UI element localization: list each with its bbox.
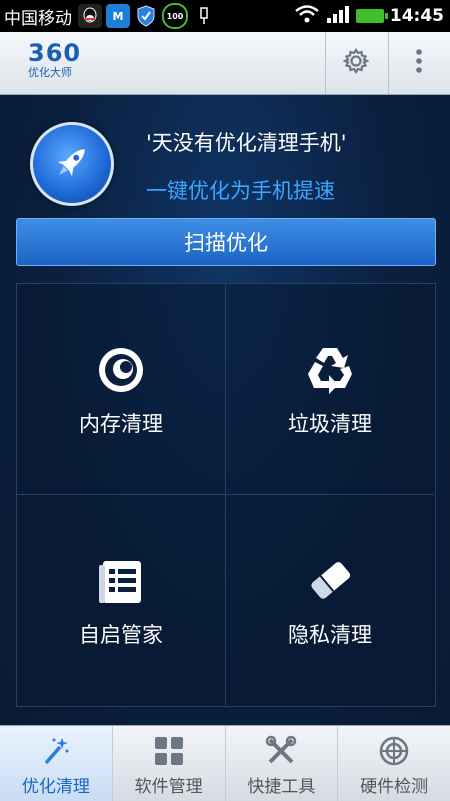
- memory-icon: [93, 342, 149, 398]
- eraser-icon: [302, 553, 358, 609]
- wifi-icon: [294, 4, 320, 28]
- main-panel: '天没有优化清理手机' 一键优化为手机提速 扫描优化 内存清理 垃圾清理 自启管…: [0, 95, 450, 725]
- market-icon: M: [106, 4, 130, 28]
- more-menu-button[interactable]: [388, 32, 449, 94]
- tab-optimize-clean[interactable]: 优化清理: [0, 726, 112, 801]
- battery-icon: [355, 9, 388, 23]
- tab-label: 软件管理: [134, 777, 203, 797]
- recycle-icon: [302, 342, 358, 398]
- tools-icon: [264, 734, 298, 768]
- hardware-check-icon: [377, 734, 411, 768]
- tab-label: 优化清理: [21, 777, 90, 797]
- tile-label: 自启管家: [79, 623, 163, 647]
- subtitle: 一键优化为手机提速: [146, 179, 335, 203]
- promo-text: '天没有优化清理手机': [146, 131, 347, 155]
- battery-badge-text: 100: [166, 11, 184, 21]
- app-header: 360 优化大师: [0, 32, 450, 95]
- carrier-name: 中国移动: [4, 8, 72, 29]
- tab-quick-tools[interactable]: 快捷工具: [224, 726, 338, 801]
- logo-number: 360: [28, 39, 82, 67]
- scan-optimize-button[interactable]: 扫描优化: [16, 218, 436, 266]
- signal-icon: [326, 4, 350, 28]
- status-bar: 中国移动 M 100 14:45: [0, 0, 450, 32]
- battery-saver-badge-icon: 100: [162, 3, 188, 29]
- tile-label: 垃圾清理: [288, 412, 372, 436]
- junk-clean-tile[interactable]: 垃圾清理: [226, 284, 434, 495]
- privacy-clean-tile[interactable]: 隐私清理: [226, 495, 434, 705]
- settings-button[interactable]: [325, 32, 386, 94]
- usb-icon: [192, 4, 216, 28]
- startup-list-icon: [93, 553, 149, 609]
- notification-icons: M 100: [78, 3, 216, 29]
- logo-subtitle: 优化大师: [28, 66, 72, 79]
- app-logo: 360 优化大师: [28, 40, 81, 80]
- tab-label: 硬件检测: [360, 777, 429, 797]
- gear-icon: [342, 47, 370, 79]
- feature-grid: 内存清理 垃圾清理 自启管家 隐私清理: [16, 283, 436, 707]
- tab-software-manage[interactable]: 软件管理: [111, 726, 225, 801]
- startup-manager-tile[interactable]: 自启管家: [17, 495, 226, 705]
- tab-label: 快捷工具: [247, 777, 316, 797]
- tab-hardware-check[interactable]: 硬件检测: [337, 726, 450, 801]
- bottom-tab-bar: 优化清理 软件管理 快捷工具 硬件检测: [0, 725, 450, 801]
- memory-clean-tile[interactable]: 内存清理: [17, 284, 226, 495]
- grid-apps-icon: [152, 734, 186, 768]
- qq-icon: [78, 4, 102, 28]
- clock: 14:45: [389, 6, 444, 26]
- rocket-optimize-button[interactable]: [30, 122, 114, 206]
- tile-label: 隐私清理: [288, 623, 372, 647]
- shield-icon: [134, 4, 158, 28]
- more-vert-icon: [414, 47, 424, 79]
- rocket-icon: [50, 140, 94, 188]
- tile-label: 内存清理: [79, 412, 163, 436]
- magic-wand-icon: [39, 734, 73, 768]
